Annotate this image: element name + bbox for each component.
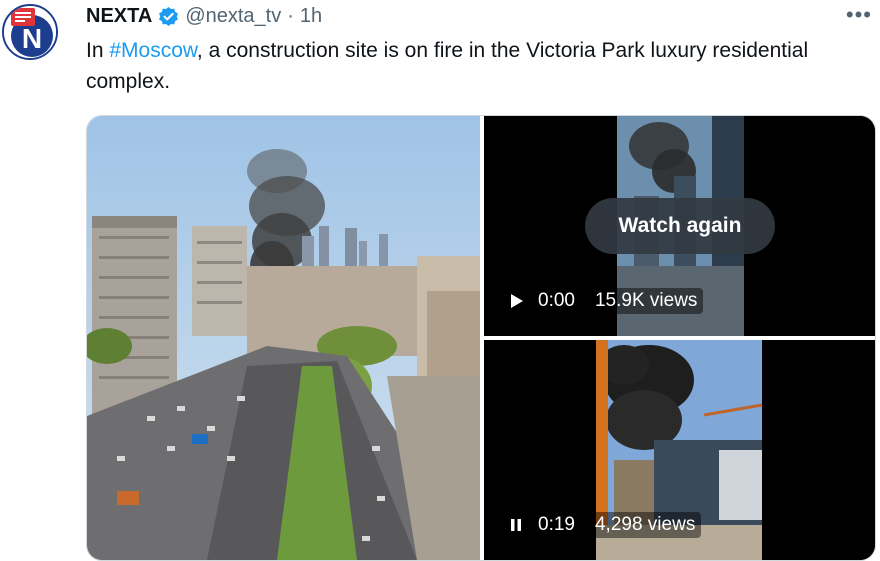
tweet-text-prefix: In [86,39,110,62]
hashtag-link[interactable]: #Moscow [109,39,197,62]
video-2-views: 4,298 views [588,512,702,538]
author-handle[interactable]: @nexta_tv [185,5,281,28]
author-name[interactable]: NEXTA [86,5,152,28]
video-1-controls: 0:00 15.9K views [502,284,704,318]
play-icon[interactable] [502,287,530,315]
separator-dot: · [287,4,294,27]
video-2-timestamp: 0:19 [538,514,575,535]
watch-again-button[interactable]: Watch again [585,198,775,254]
svg-text:N: N [22,23,42,54]
photo-moscow-street[interactable] [87,116,480,560]
media-grid: Watch again 0:00 15.9K views 0:19 4,298 … [86,115,876,561]
city-photo-image [87,116,480,560]
timestamp[interactable]: 1h [300,5,322,28]
more-options-icon[interactable]: ••• [846,2,872,28]
pause-icon[interactable] [502,511,530,539]
tweet-text: In #Moscow, a construction site is on fi… [86,35,846,97]
video-2-controls: 0:19 4,298 views [502,508,702,542]
video-player-1[interactable]: Watch again 0:00 15.9K views [484,116,875,336]
nexta-logo-icon: N [4,6,56,58]
avatar[interactable]: N [2,4,58,60]
video-player-2[interactable]: 0:19 4,298 views [484,340,875,560]
video-1-timestamp: 0:00 [538,290,575,311]
video-1-views: 15.9K views [588,288,704,314]
tweet-header: NEXTA @nexta_tv · 1h [86,3,322,29]
verified-badge-icon [158,6,179,27]
